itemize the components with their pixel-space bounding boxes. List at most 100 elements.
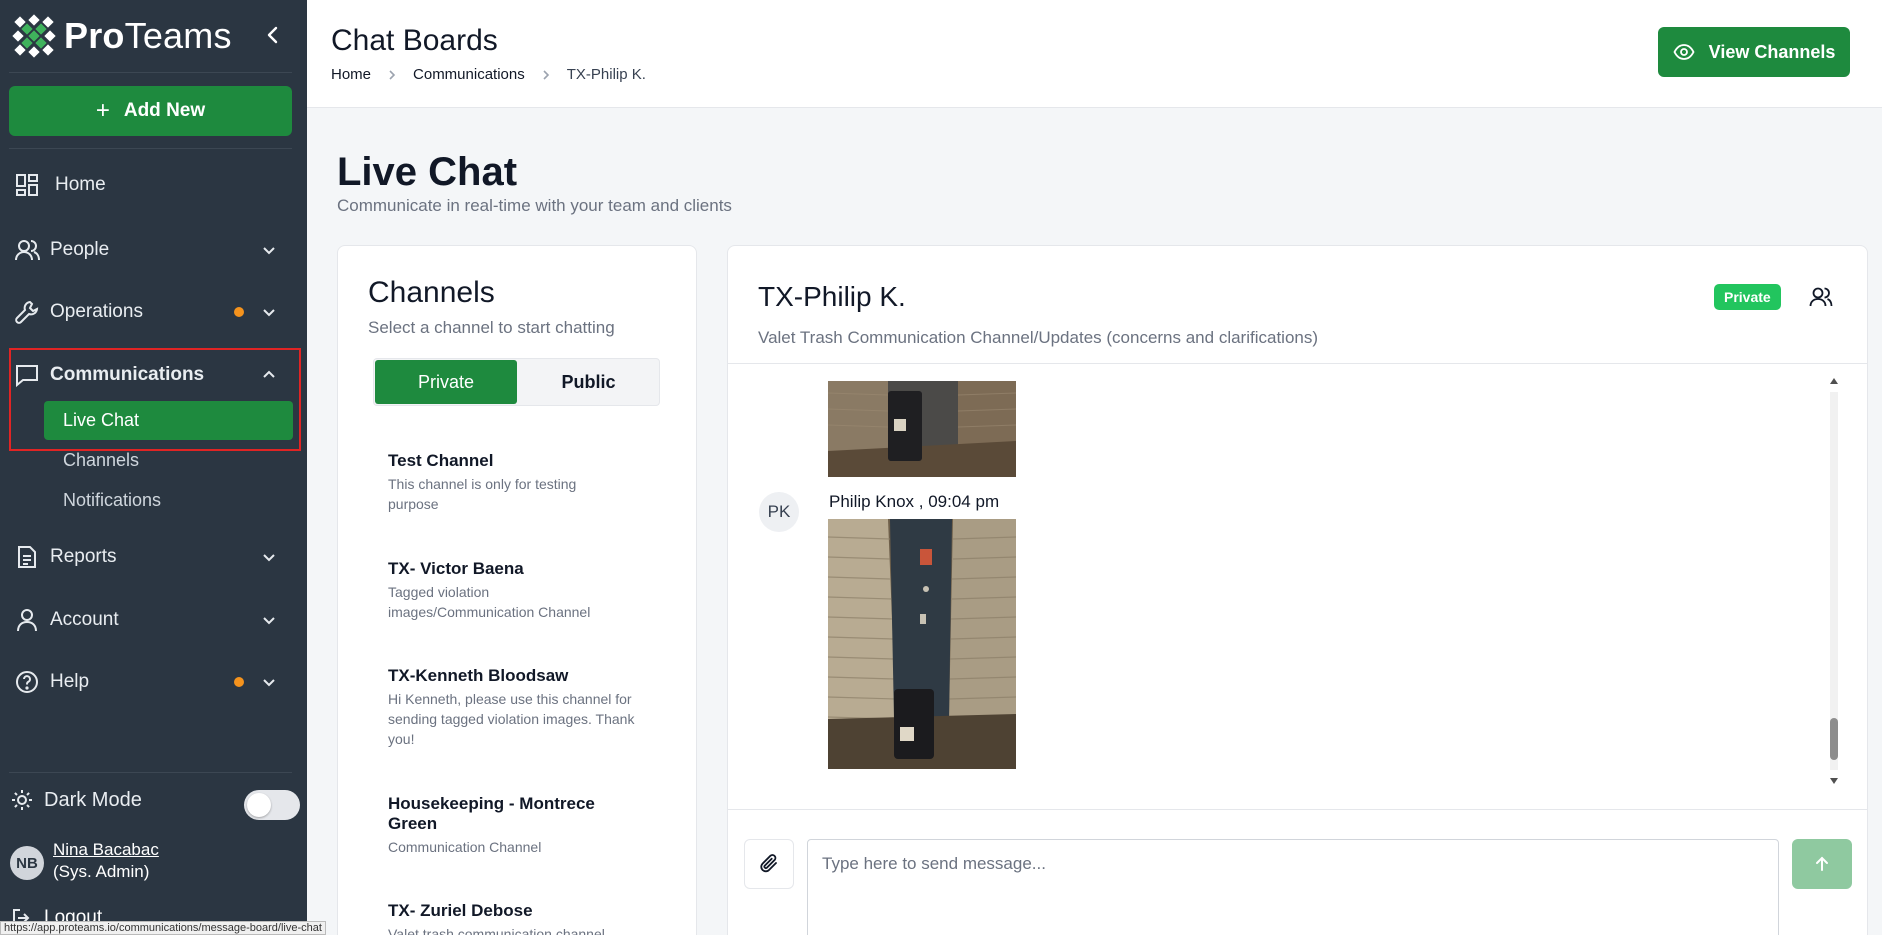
sidebar-item-reports[interactable]: Reports (0, 535, 307, 579)
channel-name: TX-Kenneth Bloodsaw (388, 666, 569, 685)
channel-description: Communication Channel (388, 839, 542, 855)
scroll-thumb[interactable] (1830, 718, 1838, 760)
arrow-up-icon (1816, 856, 1828, 871)
status-badge: Private (1714, 284, 1781, 310)
section-subtitle: Communicate in real-time with your team … (337, 196, 732, 215)
breadcrumb-current: TX-Philip K. (566, 66, 646, 83)
channel-type-switch: Private Public (373, 358, 660, 406)
page-title: Chat Boards (331, 24, 498, 57)
user-name-link[interactable]: Nina Bacabac (53, 840, 159, 860)
user-role: (Sys. Admin) (53, 862, 150, 881)
breadcrumb: Home Communications TX-Philip K. (331, 66, 646, 83)
avatar: PK (759, 492, 799, 532)
sidebar-item-account[interactable]: Account (0, 598, 307, 642)
message-input[interactable] (807, 839, 1779, 935)
chevron-down-icon (260, 673, 278, 691)
dark-mode-row: Dark Mode (10, 788, 142, 812)
sidebar-divider (9, 148, 292, 149)
add-new-label: Add New (123, 100, 206, 121)
view-channels-button[interactable]: View Channels (1658, 27, 1850, 77)
sidebar-item-label: People (50, 239, 110, 260)
attach-file-button[interactable] (744, 839, 794, 889)
channel-name: TX- Victor Baena (388, 559, 524, 578)
sidebar-item-operations[interactable]: Operations (0, 290, 307, 334)
tab-private[interactable]: Private (375, 360, 517, 404)
channel-list-item[interactable]: TX- Victor Baena Tagged violation images… (388, 559, 668, 622)
notification-dot (234, 677, 244, 687)
chevron-right-icon (389, 69, 396, 80)
plus-icon: + (95, 97, 110, 124)
scroll-down-arrow-icon[interactable] (1829, 776, 1839, 786)
collapse-sidebar-chevron-left-icon[interactable] (262, 22, 284, 48)
chat-channel-title: TX-Philip K. (758, 281, 906, 312)
dark-mode-label: Dark Mode (44, 788, 142, 811)
message-image-attachment[interactable] (828, 381, 1016, 477)
sidebar-item-label: Help (50, 671, 90, 692)
message-image-attachment[interactable] (828, 519, 1016, 769)
document-icon (14, 544, 40, 570)
send-button[interactable] (1792, 839, 1852, 889)
sidebar-item-home[interactable]: Home (0, 163, 307, 207)
dashboard-grid-icon (14, 172, 40, 198)
breadcrumb-communications[interactable]: Communications (413, 66, 525, 83)
sidebar-item-help[interactable]: Help (0, 660, 307, 704)
wrench-icon (14, 299, 40, 325)
view-channels-label: View Channels (1708, 41, 1836, 62)
chevron-down-icon (260, 303, 278, 321)
proteams-logo-icon (12, 14, 56, 58)
members-icon[interactable] (1808, 284, 1834, 310)
tab-public[interactable]: Public (519, 360, 658, 404)
scroll-track (1830, 392, 1838, 770)
channels-subtitle: Select a channel to start chatting (368, 318, 615, 337)
channel-list-item[interactable]: TX- Zuriel Debose Valet trash communicat… (388, 901, 668, 935)
page-header: Chat Boards Home Communications TX-Phili… (307, 0, 1882, 108)
sidebar-subitem-live-chat[interactable]: Live Chat (44, 401, 293, 440)
channel-description: This channel is only for testing purpose (388, 476, 577, 512)
sidebar-divider (9, 772, 292, 773)
sidebar-divider (9, 72, 292, 73)
add-new-button[interactable]: + Add New (9, 86, 292, 136)
channel-list-item[interactable]: Housekeeping - Montrece Green Communicat… (388, 794, 668, 857)
avatar[interactable]: NB (10, 846, 44, 880)
channel-description: Hi Kenneth, please use this channel for … (388, 691, 635, 747)
channel-name: TX- Zuriel Debose (388, 901, 533, 920)
chevron-right-icon (543, 69, 549, 80)
sidebar-item-people[interactable]: People (0, 228, 307, 272)
chevron-down-icon (260, 611, 278, 629)
message-list: PK Philip Knox , 09:04 pm (728, 364, 1867, 804)
toggle-knob (247, 793, 271, 817)
channels-panel: Channels Select a channel to start chatt… (337, 245, 697, 935)
sidebar-subitem-channels[interactable]: Channels (63, 450, 139, 471)
sidebar-item-label: Operations (50, 301, 143, 322)
notification-dot (234, 307, 244, 317)
sidebar-item-label: Reports (50, 546, 117, 567)
breadcrumb-home[interactable]: Home (331, 66, 371, 83)
brand-name: ProTeams (64, 15, 232, 56)
channel-name: Housekeeping - Montrece Green (388, 794, 595, 833)
chevron-down-icon (260, 241, 278, 259)
paperclip-icon (760, 854, 777, 873)
message-scrollbar[interactable] (1826, 376, 1842, 786)
scroll-up-arrow-icon[interactable] (1829, 376, 1839, 386)
brand[interactable]: ProTeams (12, 12, 232, 60)
sidebar-item-communications[interactable]: Communications (0, 353, 307, 397)
chevron-up-icon (260, 366, 278, 384)
composer-divider (728, 809, 1867, 810)
chat-panel: TX-Philip K. Valet Trash Communication C… (727, 245, 1868, 935)
people-icon (14, 237, 40, 263)
dark-mode-toggle[interactable] (244, 790, 300, 820)
help-circle-icon (14, 669, 40, 695)
chevron-down-icon (260, 548, 278, 566)
sidebar-item-label: Communications (50, 364, 205, 385)
sidebar-subitem-notifications[interactable]: Notifications (63, 490, 161, 511)
sun-icon (12, 790, 32, 810)
section-title: Live Chat (337, 150, 518, 194)
channel-list-item[interactable]: TX-Kenneth Bloodsaw Hi Kenneth, please u… (388, 666, 668, 749)
sidebar-item-label: Account (50, 609, 119, 630)
message-sender-time: Philip Knox , 09:04 pm (829, 492, 1000, 511)
channel-list-item[interactable]: Test Channel This channel is only for te… (388, 451, 668, 514)
channel-description: Tagged violation images/Communication Ch… (388, 584, 591, 620)
channels-title: Channels (368, 276, 495, 309)
channel-name: Test Channel (388, 451, 494, 470)
sidebar-item-label: Home (55, 174, 106, 195)
